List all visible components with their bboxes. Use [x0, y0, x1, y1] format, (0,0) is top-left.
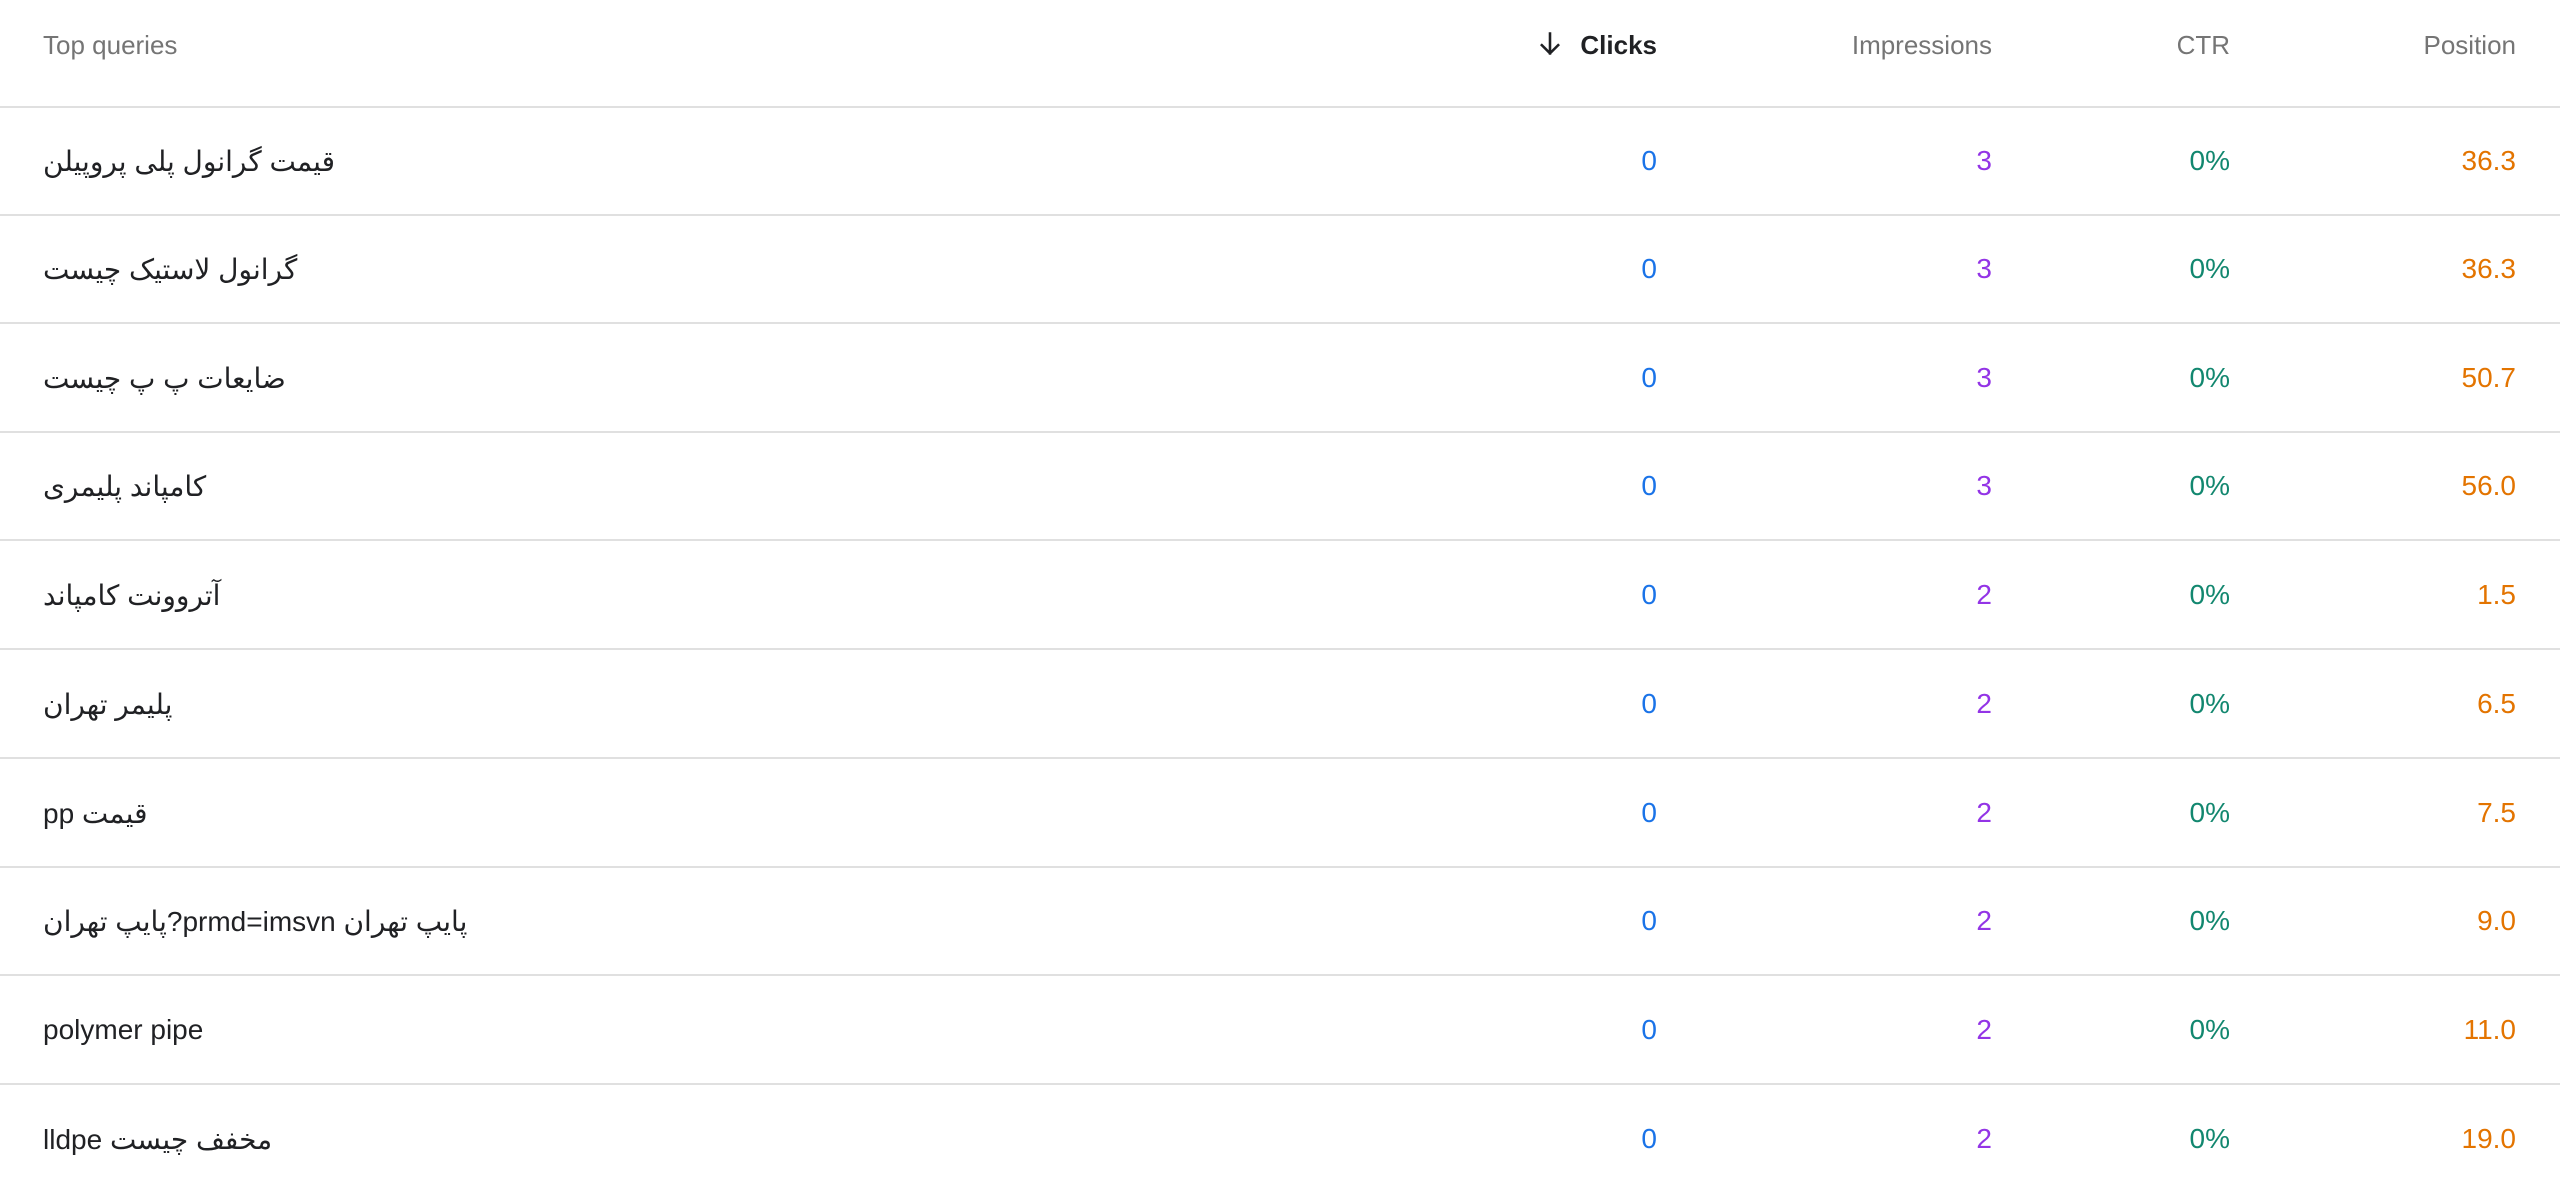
position-cell: 11.0 — [2463, 1014, 2516, 1045]
table-row[interactable]: قیمت pp 0 2 0% 7.5 — [0, 760, 2560, 868]
column-header-label: CTR — [2176, 30, 2230, 60]
position-cell: 36.3 — [2461, 253, 2517, 284]
impressions-cell: 2 — [1976, 905, 1992, 936]
column-header-impressions[interactable]: Impressions — [1852, 0, 1992, 106]
ctr-cell: 0% — [2189, 579, 2230, 610]
position-cell: 9.0 — [2477, 905, 2516, 936]
position-cell: 7.5 — [2477, 797, 2516, 828]
table-row[interactable]: پلیمر تهران 0 2 0% 6.5 — [0, 651, 2560, 759]
clicks-cell: 0 — [1641, 1123, 1657, 1154]
ctr-cell: 0% — [2189, 1014, 2230, 1045]
impressions-cell: 3 — [1976, 253, 1992, 284]
position-cell: 1.5 — [2477, 579, 2516, 610]
query-text: قیمت گرانول پلی پروپیلن — [43, 145, 336, 177]
query-text: آتروونت کامپاند — [43, 579, 221, 611]
table-header: Top queries Clicks Impressions CTR Posit… — [0, 0, 2560, 108]
table-row[interactable]: کامپاند پلیمری 0 3 0% 56.0 — [0, 433, 2560, 541]
query-cell: polymer pipe — [43, 977, 1243, 1083]
clicks-cell: 0 — [1641, 362, 1657, 393]
column-header-label: Top queries — [43, 30, 178, 60]
table-row[interactable]: lldpe مخفف چیست 0 2 0% 19.0 — [0, 1085, 2560, 1181]
query-text: polymer pipe — [43, 1014, 204, 1045]
impressions-cell: 3 — [1976, 470, 1992, 501]
clicks-cell: 0 — [1641, 905, 1657, 936]
query-text: گرانول لاستیک چیست — [43, 253, 298, 285]
query-cell: lldpe مخفف چیست — [43, 1085, 1243, 1181]
ctr-cell: 0% — [2189, 362, 2230, 393]
table-row[interactable]: polymer pipe 0 2 0% 11.0 — [0, 977, 2560, 1085]
impressions-cell: 3 — [1976, 145, 1992, 176]
query-cell: قیمت pp — [43, 760, 1243, 866]
ctr-cell: 0% — [2189, 1123, 2230, 1154]
position-cell: 50.7 — [2461, 362, 2517, 393]
column-header-label: Impressions — [1851, 30, 1992, 60]
column-header-position[interactable]: Position — [2424, 0, 2517, 106]
impressions-cell: 3 — [1976, 362, 1992, 393]
column-header-label: Clicks — [1580, 30, 1657, 60]
impressions-cell: 2 — [1976, 1014, 1992, 1045]
clicks-cell: 0 — [1641, 797, 1657, 828]
query-cell: کامپاند پلیمری — [43, 433, 1243, 539]
column-header-clicks[interactable]: Clicks — [1536, 0, 1657, 106]
ctr-cell: 0% — [2189, 253, 2230, 284]
ctr-cell: 0% — [2189, 470, 2230, 501]
table-row[interactable]: آتروونت کامپاند 0 2 0% 1.5 — [0, 542, 2560, 650]
position-cell: 56.0 — [2461, 470, 2517, 501]
query-text: قیمت pp — [43, 797, 148, 829]
query-cell: آتروونت کامپاند — [43, 542, 1243, 648]
query-text: lldpe مخفف چیست — [43, 1124, 273, 1155]
clicks-cell: 0 — [1641, 579, 1657, 610]
clicks-cell: 0 — [1641, 253, 1657, 284]
query-cell: پایپ تهران prmd=imsvn?پایپ تهران — [43, 868, 1243, 974]
query-cell: پلیمر تهران — [43, 651, 1243, 757]
query-text: ضایعات پ پ چیست — [43, 362, 286, 394]
position-cell: 36.3 — [2461, 145, 2517, 176]
query-cell: قیمت گرانول پلی پروپیلن — [43, 108, 1243, 214]
query-cell: ضایعات پ پ چیست — [43, 325, 1243, 431]
impressions-cell: 2 — [1976, 1123, 1992, 1154]
query-cell: گرانول لاستیک چیست — [43, 216, 1243, 322]
top-queries-table: Top queries Clicks Impressions CTR Posit… — [0, 0, 2560, 1181]
query-text: پایپ تهران prmd=imsvn?پایپ تهران — [43, 905, 468, 937]
clicks-cell: 0 — [1641, 145, 1657, 176]
impressions-cell: 2 — [1976, 579, 1992, 610]
query-text: پلیمر تهران — [43, 688, 173, 720]
impressions-cell: 2 — [1976, 797, 1992, 828]
table-row[interactable]: ضایعات پ پ چیست 0 3 0% 50.7 — [0, 325, 2560, 433]
column-header-top-queries[interactable]: Top queries — [43, 0, 1243, 106]
position-cell: 6.5 — [2477, 688, 2516, 719]
ctr-cell: 0% — [2189, 688, 2230, 719]
query-text: کامپاند پلیمری — [43, 470, 207, 502]
column-header-ctr[interactable]: CTR — [2177, 0, 2230, 106]
ctr-cell: 0% — [2189, 905, 2230, 936]
impressions-cell: 2 — [1976, 688, 1992, 719]
table-row[interactable]: قیمت گرانول پلی پروپیلن 0 3 0% 36.3 — [0, 108, 2560, 216]
table-row[interactable]: پایپ تهران prmd=imsvn?پایپ تهران 0 2 0% … — [0, 868, 2560, 976]
clicks-cell: 0 — [1641, 1014, 1657, 1045]
ctr-cell: 0% — [2189, 797, 2230, 828]
column-header-label: Position — [2423, 30, 2517, 60]
position-cell: 19.0 — [2461, 1123, 2517, 1154]
table-row[interactable]: گرانول لاستیک چیست 0 3 0% 36.3 — [0, 216, 2560, 324]
ctr-cell: 0% — [2189, 145, 2230, 176]
arrow-down-icon — [1540, 32, 1561, 56]
clicks-cell: 0 — [1641, 470, 1657, 501]
clicks-cell: 0 — [1641, 688, 1657, 719]
